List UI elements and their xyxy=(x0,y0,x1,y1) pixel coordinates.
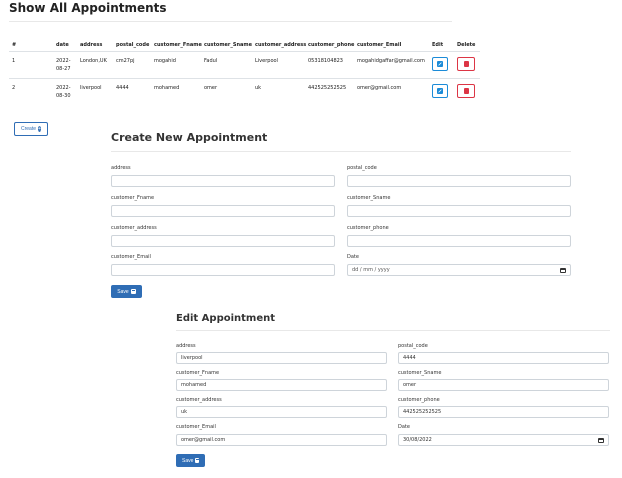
cell-edit xyxy=(429,51,454,79)
calendar-icon[interactable] xyxy=(598,437,604,443)
edit-address-label: address xyxy=(176,343,196,349)
calendar-icon[interactable] xyxy=(560,267,566,273)
cell-postal-code: cm27pj xyxy=(113,51,151,79)
create-date-placeholder: dd / mm / yyyy xyxy=(352,267,390,273)
edit-address-input[interactable]: liverpool xyxy=(176,352,387,364)
cell-postal-code: 4444 xyxy=(113,78,151,105)
create-customer-phone-label: customer_phone xyxy=(347,225,389,231)
edit-button[interactable] xyxy=(432,57,448,71)
cell-customer-email: mogahidgaffar@gmail.com xyxy=(354,51,429,79)
col-header-postal-code: postal_code xyxy=(113,38,151,52)
create-customer-address-input[interactable] xyxy=(111,235,335,247)
create-form-divider xyxy=(111,151,571,152)
create-customer-email-label: customer_Email xyxy=(111,254,151,260)
floppy-disk-icon xyxy=(195,458,199,463)
create-button[interactable]: Create + xyxy=(14,122,48,136)
cell-customer-phone: 442525252525 xyxy=(305,78,354,105)
col-header-delete: Delete xyxy=(454,38,480,52)
col-header-edit: Edit xyxy=(429,38,454,52)
create-customer-sname-input[interactable] xyxy=(347,205,571,217)
edit-postal-code-input[interactable]: 4444 xyxy=(398,352,609,364)
col-header-date: date xyxy=(53,38,77,52)
col-header-customer-phone: customer_phone xyxy=(305,38,354,52)
table-row: 2 2022-08-30 liverpool 4444 mohamed omer… xyxy=(9,78,480,105)
edit-customer-fname-input[interactable]: mohamed xyxy=(176,379,387,391)
create-save-label: Save xyxy=(117,288,129,295)
pencil-square-icon xyxy=(437,88,443,94)
edit-customer-email-input[interactable]: omer@gmail.com xyxy=(176,434,387,446)
edit-customer-phone-label: customer_phone xyxy=(398,397,440,403)
pencil-square-icon xyxy=(437,61,443,67)
edit-save-button[interactable]: Save xyxy=(176,454,205,467)
cell-customer-address: uk xyxy=(252,78,305,105)
create-customer-sname-label: customer_Sname xyxy=(347,195,391,201)
edit-form-divider xyxy=(176,330,610,331)
cell-address: London,UK xyxy=(77,51,113,79)
table-row: 1 2022-08-27 London,UK cm27pj mogahid Fa… xyxy=(9,51,480,79)
edit-customer-address-input[interactable]: uk xyxy=(176,406,387,418)
create-postal-code-input[interactable] xyxy=(347,175,571,187)
col-header-customer-email: customer_Email xyxy=(354,38,429,52)
cell-edit xyxy=(429,78,454,105)
create-customer-phone-input[interactable] xyxy=(347,235,571,247)
cell-customer-fname: mohamed xyxy=(151,78,201,105)
edit-date-label: Date xyxy=(398,424,410,430)
edit-customer-address-label: customer_address xyxy=(176,397,222,403)
create-customer-fname-input[interactable] xyxy=(111,205,335,217)
create-date-label: Date xyxy=(347,254,359,260)
table-header-row: # date address postal_code customer_Fnam… xyxy=(9,38,480,52)
col-header-customer-fname: customer_Fname xyxy=(151,38,202,52)
edit-customer-fname-label: customer_Fname xyxy=(176,370,220,376)
create-postal-code-label: postal_code xyxy=(347,165,377,171)
edit-save-label: Save xyxy=(182,457,194,464)
delete-button[interactable] xyxy=(457,57,475,71)
create-customer-email-input[interactable] xyxy=(111,264,335,276)
edit-customer-sname-input[interactable]: omer xyxy=(398,379,609,391)
col-header-customer-address: customer_address xyxy=(252,38,306,52)
col-header-id: # xyxy=(9,38,53,52)
col-header-customer-sname: customer_Sname xyxy=(201,38,252,52)
edit-customer-email-label: customer_Email xyxy=(176,424,216,430)
create-save-button[interactable]: Save xyxy=(111,285,142,298)
cell-customer-sname: Fadul xyxy=(201,51,252,79)
cell-date: 2022-08-30 xyxy=(53,78,77,105)
plus-circle-icon: + xyxy=(38,126,41,132)
page-title: Show All Appointments xyxy=(9,1,167,15)
col-header-address: address xyxy=(77,38,113,52)
cell-customer-email: omer@gmail.com xyxy=(354,78,429,105)
edit-postal-code-label: postal_code xyxy=(398,343,428,349)
edit-date-value: 30/08/2022 xyxy=(403,437,432,443)
floppy-disk-icon xyxy=(130,289,136,294)
create-customer-fname-label: customer_Fname xyxy=(111,195,155,201)
cell-delete xyxy=(454,78,480,105)
cell-id: 1 xyxy=(9,51,53,79)
title-divider xyxy=(9,21,452,22)
cell-address: liverpool xyxy=(77,78,113,105)
edit-date-input[interactable]: 30/08/2022 xyxy=(398,434,609,446)
edit-customer-phone-input[interactable]: 442525252525 xyxy=(398,406,609,418)
create-customer-address-label: customer_address xyxy=(111,225,157,231)
edit-form-title: Edit Appointment xyxy=(176,313,276,324)
trash-icon xyxy=(463,88,469,94)
cell-id: 2 xyxy=(9,78,53,105)
cell-customer-phone: 05318104823 xyxy=(305,51,354,79)
create-form-title: Create New Appointment xyxy=(111,131,268,144)
cell-customer-fname: mogahid xyxy=(151,51,201,79)
create-address-input[interactable] xyxy=(111,175,335,187)
cell-customer-address: Liverpool xyxy=(252,51,305,79)
cell-customer-sname: omer xyxy=(201,78,252,105)
edit-customer-sname-label: customer_Sname xyxy=(398,370,442,376)
cell-delete xyxy=(454,51,480,79)
create-address-label: address xyxy=(111,165,131,171)
edit-button[interactable] xyxy=(432,84,448,98)
create-button-label: Create xyxy=(21,126,37,132)
appointments-table: # date address postal_code customer_Fnam… xyxy=(9,38,480,105)
delete-button[interactable] xyxy=(457,84,475,98)
create-date-input[interactable]: dd / mm / yyyy xyxy=(347,264,571,276)
cell-date: 2022-08-27 xyxy=(53,51,77,79)
trash-icon xyxy=(463,61,469,67)
